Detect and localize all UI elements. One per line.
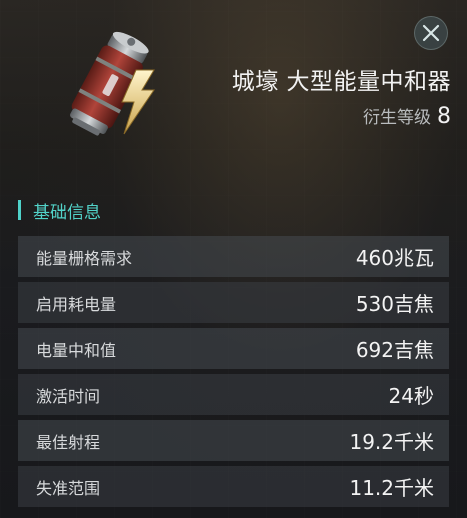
- stat-label: 能量栅格需求: [36, 248, 133, 268]
- stat-value: 11.2千米: [349, 476, 434, 500]
- meta-level-value: 8: [437, 104, 451, 129]
- close-button[interactable]: [414, 16, 448, 50]
- stat-value: 19.2千米: [349, 430, 434, 454]
- meta-level: 衍生等级 8: [363, 103, 451, 129]
- item-title: 城壕 大型能量中和器: [231, 69, 451, 95]
- stat-label: 启用耗电量: [36, 294, 117, 314]
- stat-row: 电量中和值 692吉焦: [18, 328, 449, 369]
- stat-label: 电量中和值: [36, 340, 117, 360]
- stat-value: 692吉焦: [355, 338, 434, 362]
- stat-value: 24秒: [388, 384, 434, 408]
- capacitor-battery-icon: [52, 24, 172, 146]
- stat-row: 失准范围 11.2千米: [18, 466, 449, 507]
- stat-label: 最佳射程: [36, 432, 101, 452]
- stat-row: 启用耗电量 530吉焦: [18, 282, 449, 323]
- section-accent-bar: [18, 200, 21, 220]
- section-title: 基础信息: [33, 202, 101, 223]
- stat-value: 460兆瓦: [355, 246, 434, 270]
- meta-level-label: 衍生等级: [363, 108, 431, 128]
- stat-label: 激活时间: [36, 386, 101, 406]
- stat-row: 激活时间 24秒: [18, 374, 449, 415]
- stat-row: 能量栅格需求 460兆瓦: [18, 236, 449, 277]
- section-header: 基础信息: [18, 199, 101, 223]
- stat-label: 失准范围: [36, 478, 101, 498]
- close-icon: [422, 24, 440, 42]
- stats-table: 能量栅格需求 460兆瓦 启用耗电量 530吉焦 电量中和值 692吉焦 激活时…: [18, 236, 449, 512]
- stat-value: 530吉焦: [355, 292, 434, 316]
- stat-row: 最佳射程 19.2千米: [18, 420, 449, 461]
